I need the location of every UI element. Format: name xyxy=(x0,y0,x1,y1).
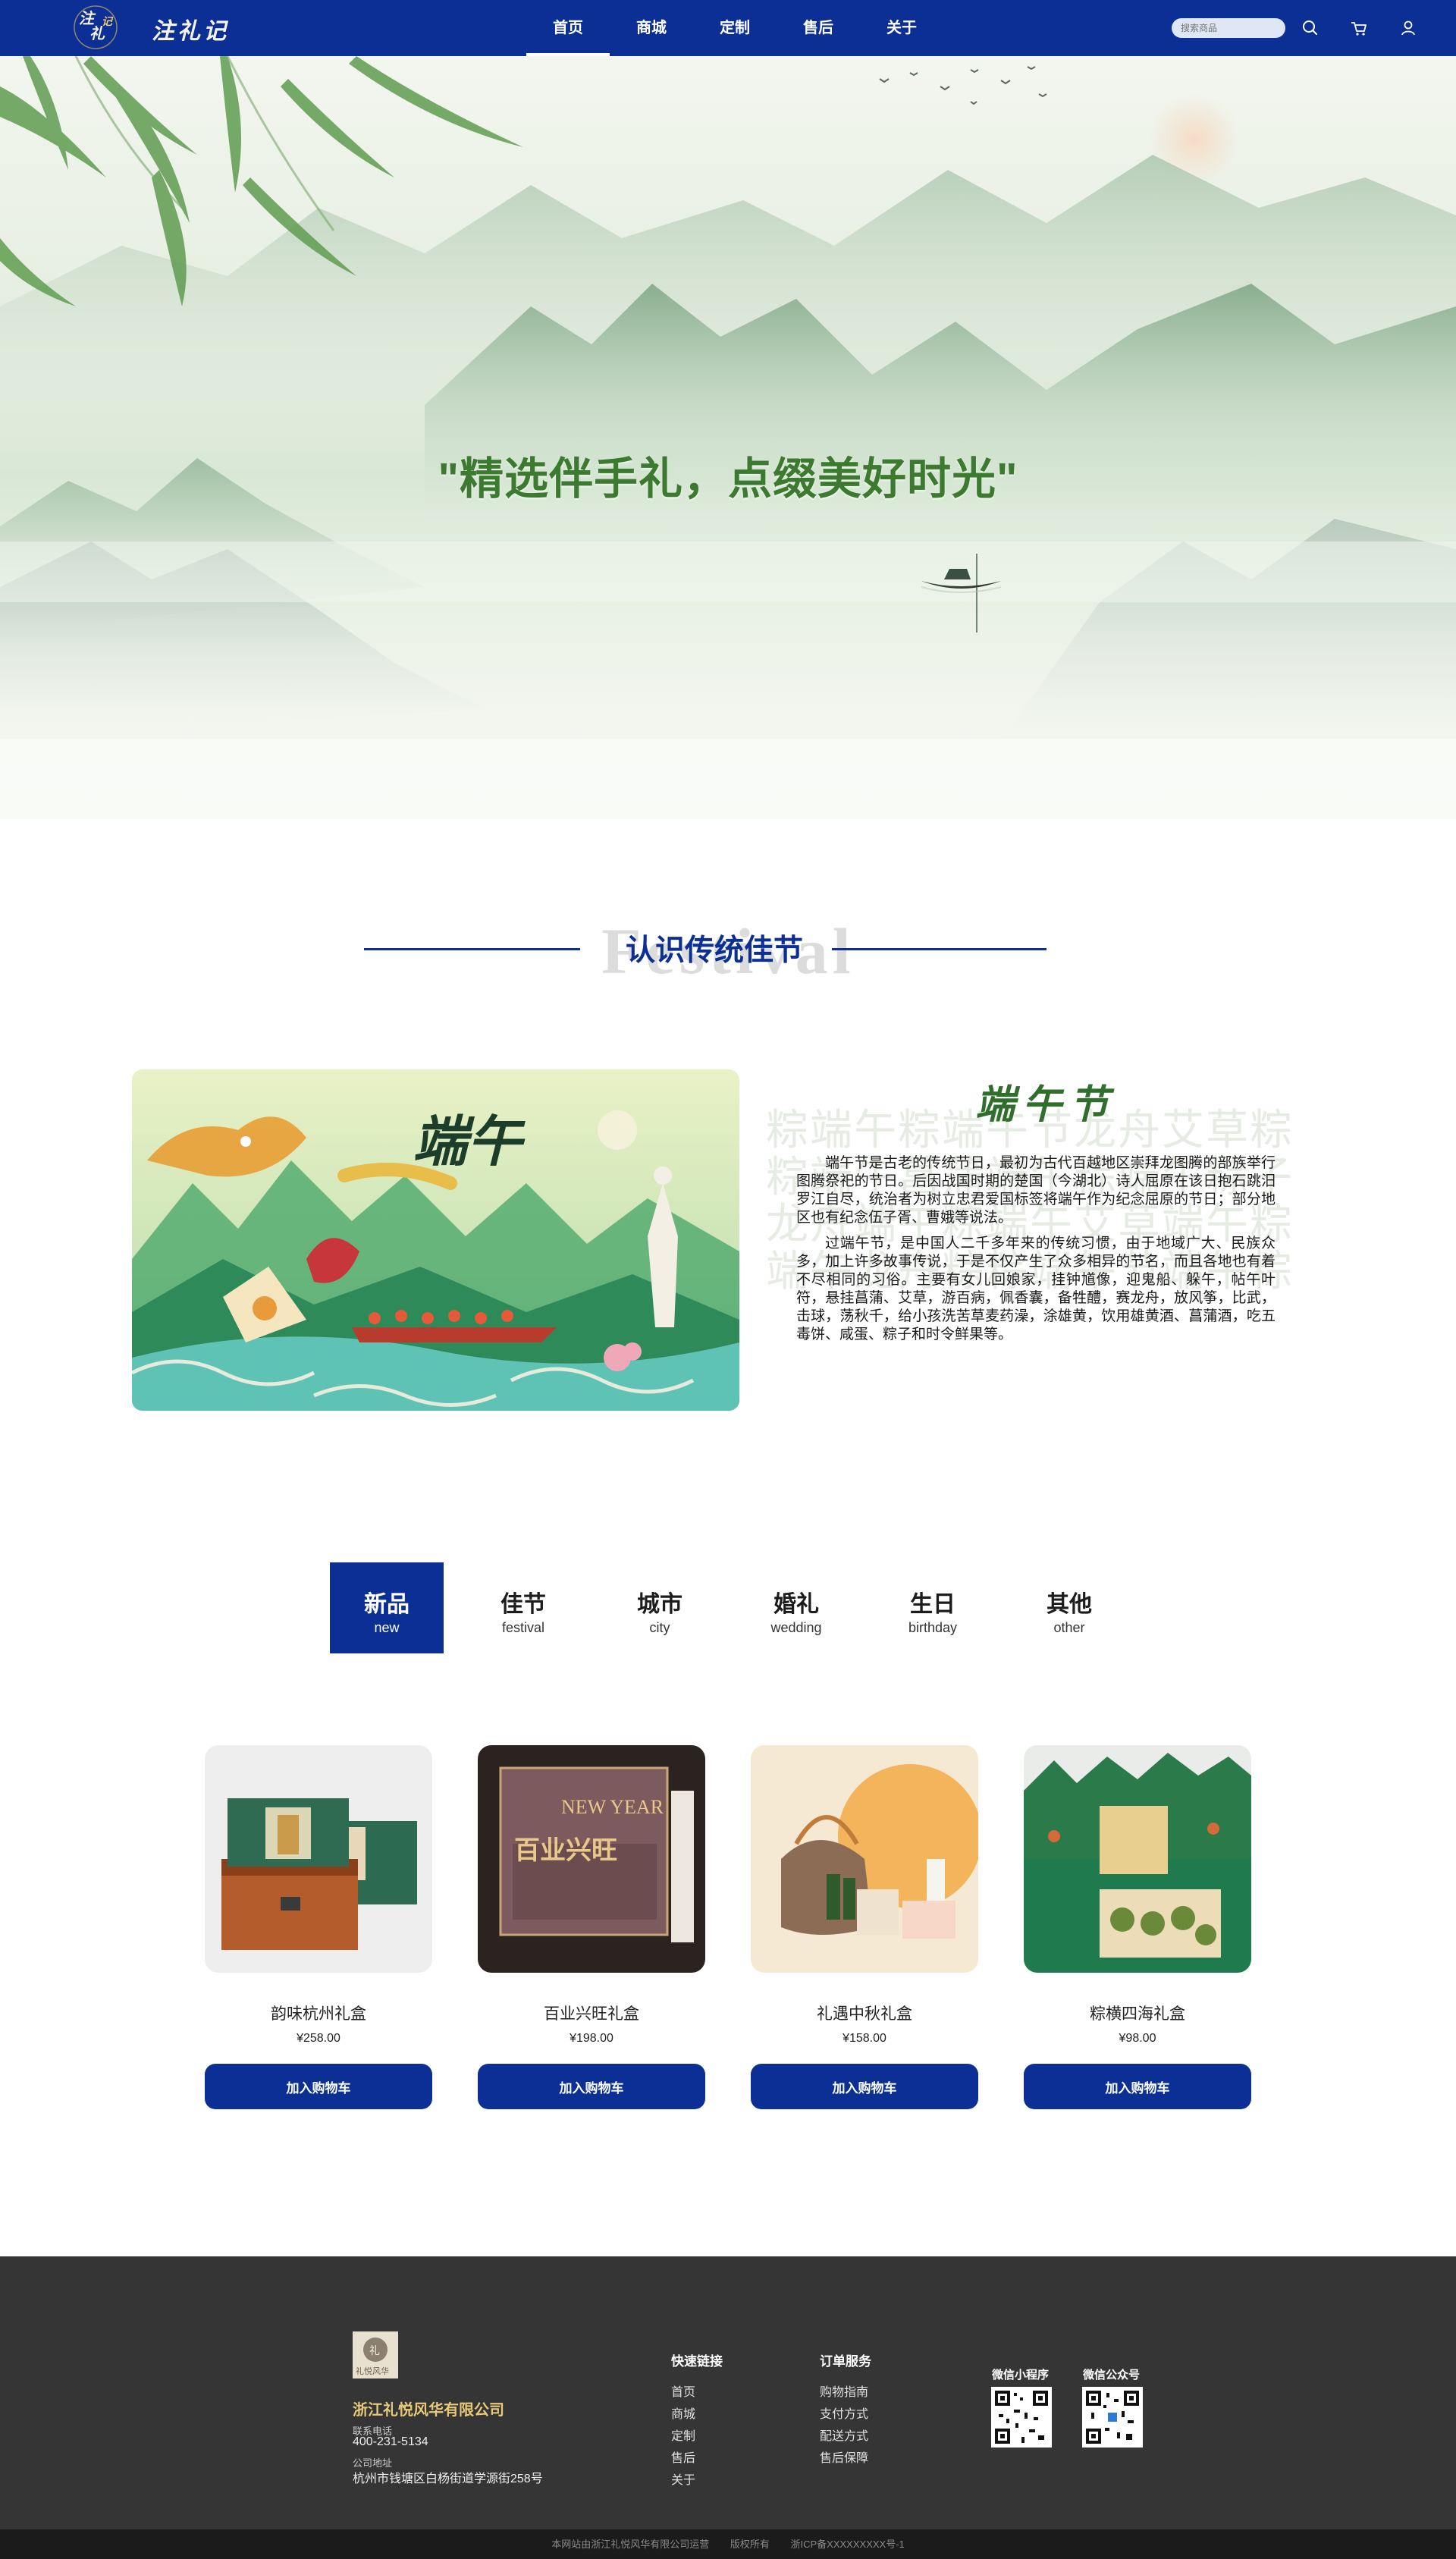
tab-festival[interactable]: 佳节 festival xyxy=(466,1562,580,1653)
mini-program-label: 微信小程序 xyxy=(992,2369,1050,2382)
add-to-cart-button[interactable]: 加入购物车 xyxy=(478,2064,705,2109)
box-chinese-text: 百业兴旺 xyxy=(514,1835,617,1866)
company-name: 浙江礼悦风华有限公司 xyxy=(353,2402,504,2419)
tab-new[interactable]: 新品 new xyxy=(330,1562,444,1653)
quick-links-heading: 快速链接 xyxy=(671,2354,723,2369)
section-title-festival: Festival 认识传统佳节 xyxy=(364,910,1046,994)
product-name[interactable]: 韵味杭州礼盒 xyxy=(205,2002,432,2024)
product-name[interactable]: 粽横四海礼盒 xyxy=(1024,2002,1251,2024)
tab-label-cn: 生日 xyxy=(910,1592,956,1617)
copyright-bar: 本网站由浙江礼悦风华有限公司运营 版权所有 浙ICP备XXXXXXXXX号-1 xyxy=(0,2529,1456,2559)
tab-label-en: other xyxy=(1053,1620,1085,1635)
product-card: 韵味杭州礼盒 ¥258.00 加入购物车 xyxy=(205,1745,432,2109)
hero-slogan: "精选伴手礼，点缀美好时光" xyxy=(438,454,1018,504)
festival-paragraph-1: 端午节是古老的传统节日，最初为古代百越地区崇拜龙图腾的部族举行图腾祭祀的节日。后… xyxy=(796,1155,1276,1226)
tab-label-cn: 佳节 xyxy=(500,1592,546,1617)
tab-label-en: birthday xyxy=(908,1620,958,1635)
company-logo: 礼 礼悦风华 xyxy=(353,2331,398,2378)
festival-illustration-title: 端午 xyxy=(413,1109,526,1173)
footer-link-delivery[interactable]: 配送方式 xyxy=(820,2426,868,2444)
product-card: NEW YEAR 百业兴旺 百业兴旺礼盒 ¥198.00 加入购物车 xyxy=(478,1745,705,2109)
user-icon[interactable] xyxy=(1397,17,1420,39)
tab-label-en: new xyxy=(374,1620,400,1635)
box-english-text: NEW YEAR xyxy=(561,1796,664,1818)
title-divider-left xyxy=(364,948,580,950)
cart-icon[interactable] xyxy=(1348,17,1370,39)
title-divider-right xyxy=(832,948,1046,950)
footer-link-about[interactable]: 关于 xyxy=(671,2470,695,2488)
product-image[interactable] xyxy=(205,1745,432,1973)
product-card: 礼遇中秋礼盒 ¥158.00 加入购物车 xyxy=(751,1745,978,2109)
product-name[interactable]: 百业兴旺礼盒 xyxy=(478,2002,705,2024)
festival-illustration: 端午 xyxy=(132,1069,739,1411)
festival-description: 粽端午粽端午节龙舟艾草粽粽端午菖蒲端午粽端午粽子龙舟端午粽端午艾草端午粽端午龙舟… xyxy=(766,1062,1326,1418)
rights-text: 版权所有 xyxy=(730,2539,770,2550)
operator-text: 本网站由浙江礼悦风华有限公司运营 xyxy=(551,2539,710,2550)
footer-link-after-sales-guarantee[interactable]: 售后保障 xyxy=(820,2448,868,2466)
add-to-cart-button[interactable]: 加入购物车 xyxy=(205,2064,432,2109)
logo-caption: 礼悦风华 xyxy=(356,2366,389,2376)
nav-custom[interactable]: 定制 xyxy=(693,0,777,56)
add-to-cart-button[interactable]: 加入购物车 xyxy=(751,2064,978,2109)
tab-label-cn: 新品 xyxy=(364,1592,410,1617)
tab-wedding[interactable]: 婚礼 wedding xyxy=(739,1562,853,1653)
order-service-heading: 订单服务 xyxy=(820,2354,871,2369)
footer-link-after-sales[interactable]: 售后 xyxy=(671,2448,695,2466)
official-account-qr-code xyxy=(1082,2387,1143,2448)
tab-label-en: festival xyxy=(501,1620,545,1635)
product-image[interactable]: NEW YEAR 百业兴旺 xyxy=(478,1745,705,1973)
nav-about[interactable]: 关于 xyxy=(860,0,943,56)
ink-landscape-illustration xyxy=(0,56,1456,819)
top-navbar: 注 礼 记 注礼记 首页 商城 定制 售后 关于 xyxy=(0,0,1456,56)
footer-link-shop[interactable]: 商城 xyxy=(671,2404,695,2422)
add-to-cart-button[interactable]: 加入购物车 xyxy=(1024,2064,1251,2109)
tab-label-en: wedding xyxy=(770,1620,822,1635)
tab-label-cn: 婚礼 xyxy=(774,1592,819,1617)
footer-link-home[interactable]: 首页 xyxy=(671,2382,695,2400)
hero-banner: "精选伴手礼，点缀美好时光" xyxy=(0,56,1456,819)
svg-text:记: 记 xyxy=(102,16,114,28)
address-value: 杭州市钱塘区白杨街道学源街258号 xyxy=(353,2473,543,2485)
search-icon[interactable] xyxy=(1299,17,1322,39)
search-input[interactable] xyxy=(1172,18,1285,38)
festival-name: 端午节 xyxy=(974,1082,1116,1128)
svg-text:礼: 礼 xyxy=(369,2345,380,2357)
product-price: ¥258.00 xyxy=(297,2032,340,2045)
tab-city[interactable]: 城市 city xyxy=(603,1562,717,1653)
product-name[interactable]: 礼遇中秋礼盒 xyxy=(751,2002,978,2024)
site-footer: 礼 礼悦风华 浙江礼悦风华有限公司 联系电话 400-231-5134 公司地址… xyxy=(0,2256,1456,2529)
product-price: ¥198.00 xyxy=(570,2032,613,2045)
footer-link-payment[interactable]: 支付方式 xyxy=(820,2404,868,2422)
section-heading: 认识传统佳节 xyxy=(626,934,804,967)
icp-license-text[interactable]: 浙ICP备XXXXXXXXX号-1 xyxy=(791,2539,905,2550)
official-account-label: 微信公众号 xyxy=(1083,2369,1141,2382)
tab-birthday[interactable]: 生日 birthday xyxy=(876,1562,990,1653)
product-image[interactable] xyxy=(1024,1745,1251,1973)
nav-shop[interactable]: 商城 xyxy=(610,0,693,56)
nav-after-sales[interactable]: 售后 xyxy=(777,0,860,56)
brand-name: 注礼记 xyxy=(152,18,229,45)
tab-label-en: city xyxy=(649,1620,670,1635)
tab-other[interactable]: 其他 other xyxy=(1012,1562,1126,1653)
product-price: ¥98.00 xyxy=(1119,2032,1156,2045)
mini-program-qr-code xyxy=(991,2387,1052,2448)
tab-label-cn: 其他 xyxy=(1046,1592,1092,1617)
brand-logo[interactable]: 注 礼 记 xyxy=(70,2,121,52)
main-nav: 首页 商城 定制 售后 关于 xyxy=(526,0,943,56)
tab-label-cn: 城市 xyxy=(637,1592,682,1617)
category-tabs: 新品 new 佳节 festival 城市 city 婚礼 wedding 生日… xyxy=(330,1562,1149,1653)
phone-number: 400-231-5134 xyxy=(353,2435,428,2448)
footer-link-custom[interactable]: 定制 xyxy=(671,2426,695,2444)
footer-link-shopping-guide[interactable]: 购物指南 xyxy=(820,2382,868,2400)
product-image[interactable] xyxy=(751,1745,978,1973)
product-price: ¥158.00 xyxy=(843,2032,886,2045)
nav-home[interactable]: 首页 xyxy=(526,0,610,56)
page: 注 礼 记 注礼记 首页 商城 定制 售后 关于 搜索商品 "精选伴手礼，点缀美… xyxy=(0,0,1456,2559)
festival-paragraph-2: 过端午节，是中国人二千多年来的传统习惯，由于地域广大、民族众多，加上许多故事传说… xyxy=(796,1236,1276,1342)
product-card: 粽横四海礼盒 ¥98.00 加入购物车 xyxy=(1024,1745,1251,2109)
